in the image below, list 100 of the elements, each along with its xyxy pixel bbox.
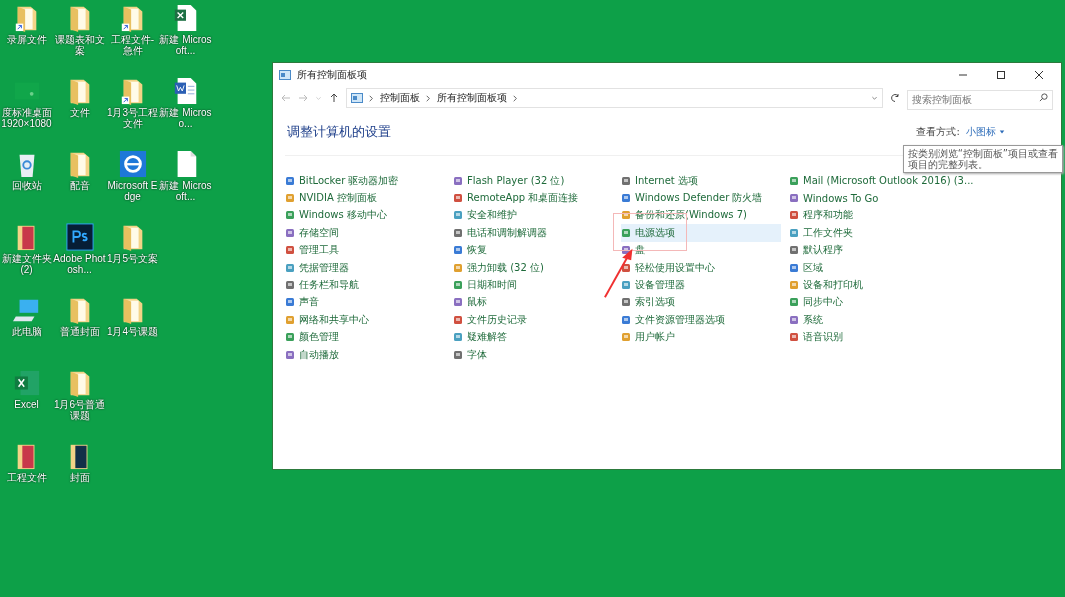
desktop-icon-label: Microsoft Edge — [106, 180, 159, 202]
control-panel-item[interactable]: 疑难解答 — [453, 328, 613, 346]
desktop-icon-label: 文件 — [68, 107, 91, 118]
chevron-icon — [512, 93, 519, 103]
control-panel-icon — [285, 262, 295, 273]
control-panel-item[interactable]: 轻松使用设置中心 — [621, 258, 781, 277]
forward-arrow-icon[interactable] — [298, 93, 308, 103]
control-panel-item[interactable]: 索引选项 — [621, 293, 781, 312]
control-panel-item[interactable]: 安全和维护 — [453, 206, 613, 225]
control-panel-icon — [453, 349, 463, 360]
control-panel-icon — [285, 193, 295, 204]
control-panel-icon — [789, 193, 799, 204]
desktop-icon-label: 工程文件 — [5, 472, 48, 483]
control-panel-icon — [453, 314, 463, 325]
control-panel-item[interactable]: 自动播放 — [285, 345, 445, 364]
desktop-icon-label: 录屏文件 — [5, 34, 48, 45]
search-field[interactable]: 搜索控制面板 — [907, 89, 1053, 110]
control-panel-icon — [789, 314, 799, 325]
control-panel-icon — [621, 297, 631, 308]
control-panel-item[interactable]: 程序和功能 — [789, 206, 1049, 225]
control-panel-item[interactable]: Windows To Go — [789, 189, 1049, 207]
control-panel-item[interactable]: Internet 选项 — [621, 172, 781, 190]
control-panel-item[interactable]: 盘 — [621, 241, 781, 259]
control-panel-icon — [285, 175, 295, 186]
control-panel-item[interactable]: BitLocker 驱动器加密 — [285, 172, 445, 190]
control-panel-icon — [621, 175, 631, 186]
search-icon[interactable] — [1039, 93, 1048, 102]
control-panel-item[interactable]: 日期和时间 — [453, 276, 613, 294]
control-panel-item[interactable]: 工作文件夹 — [789, 224, 1049, 242]
desktop-icon-label: 新建 Microsoft... — [159, 34, 212, 56]
desktop-icon-label: 封面 — [68, 472, 91, 483]
control-panel-icon — [285, 245, 295, 256]
control-panel-item[interactable]: 字体 — [453, 345, 613, 364]
control-panel-item[interactable]: 文件历史记录 — [453, 311, 613, 329]
control-panel-icon — [285, 314, 295, 325]
control-panel-item[interactable]: 电话和调制解调器 — [453, 224, 613, 242]
control-panel-icon — [453, 332, 463, 343]
spreadsheet-app-icon[interactable] — [12, 369, 41, 397]
breadcrumb-item[interactable]: 控制面板 — [380, 91, 420, 105]
close-icon[interactable] — [1034, 70, 1044, 80]
desktop-icon-label: 度标准桌面 1920×1080 — [0, 107, 53, 129]
control-panel-item[interactable]: 鼠标 — [453, 293, 613, 312]
control-panel-item[interactable]: 语音识别 — [789, 328, 1049, 346]
control-panel-item[interactable]: 任务栏和导航 — [285, 276, 445, 294]
control-panel-item[interactable]: 设备和打印机 — [789, 276, 1049, 294]
control-panel-item[interactable]: 电源选项 — [621, 224, 781, 242]
control-panel-item[interactable]: 恢复 — [453, 241, 613, 259]
control-panel-icon — [621, 280, 631, 291]
chevron-icon — [425, 93, 432, 103]
control-panel-item[interactable]: 强力卸载 (32 位) — [453, 258, 613, 277]
control-panel-item[interactable]: 凭据管理器 — [285, 258, 445, 277]
control-panel-item[interactable]: Windows Defender 防火墙 — [621, 189, 781, 207]
control-panel-item[interactable]: 颜色管理 — [285, 328, 445, 346]
control-panel-icon — [789, 332, 799, 343]
control-panel-item[interactable]: Flash Player (32 位) — [453, 172, 613, 190]
control-panel-icon — [453, 280, 463, 291]
control-panel-item[interactable]: 声音 — [285, 293, 445, 312]
control-panel-icon — [453, 297, 463, 308]
photo-editor-icon[interactable] — [65, 223, 94, 251]
maximize-icon[interactable] — [996, 70, 1006, 80]
control-panel-icon — [285, 297, 295, 308]
control-panel-item[interactable]: 存储空间 — [285, 224, 445, 242]
control-panel-icon — [789, 245, 799, 256]
control-panel-item[interactable]: Windows 移动中心 — [285, 206, 445, 225]
control-panel-item[interactable]: 设备管理器 — [621, 276, 781, 294]
desktop-icon-label: 工程文件-急件 — [109, 34, 156, 56]
desktop-icon-label: 课题表和文案 — [53, 34, 106, 56]
tooltip-text: 按类别浏览“控制面板”项目或查看 — [907, 148, 1058, 159]
browser-icon[interactable] — [118, 150, 147, 178]
control-panel-item[interactable]: 区域 — [789, 258, 1049, 277]
control-panel-icon — [621, 332, 631, 343]
control-panel-item[interactable]: 系统 — [789, 311, 1049, 329]
control-panel-icon — [351, 93, 363, 103]
control-panel-item[interactable]: RemoteApp 和桌面连接 — [453, 189, 613, 207]
control-panel-item[interactable]: NVIDIA 控制面板 — [285, 189, 445, 207]
address-bar[interactable]: 控制面板 所有控制面板项 — [346, 88, 883, 108]
control-panel-icon — [621, 314, 631, 325]
refresh-icon[interactable] — [890, 93, 900, 103]
control-panel-icon — [789, 297, 799, 308]
control-panel-icon — [453, 175, 463, 186]
desktop-icon-label: 新建 Microsoft... — [159, 180, 212, 202]
control-panel-item[interactable]: 用户帐户 — [621, 328, 781, 346]
breadcrumb-item[interactable]: 所有控制面板项 — [437, 91, 507, 105]
control-panel-icon — [285, 210, 295, 221]
control-panel-item[interactable]: 文件资源管理器选项 — [621, 311, 781, 329]
control-panel-icon — [789, 280, 799, 291]
control-panel-item[interactable]: 管理工具 — [285, 241, 445, 259]
control-panel-item[interactable]: Mail (Microsoft Outlook 2016) (3... — [789, 172, 1049, 190]
view-by-dropdown[interactable]: 小图标 — [965, 125, 1005, 139]
control-panel-icon — [453, 262, 463, 273]
back-arrow-icon[interactable] — [281, 93, 291, 103]
control-panel-icon — [621, 245, 631, 256]
control-panel-icon — [621, 193, 631, 204]
control-panel-item[interactable]: 默认程序 — [789, 241, 1049, 259]
control-panel-item[interactable]: 同步中心 — [789, 293, 1049, 312]
up-arrow-icon[interactable] — [329, 93, 339, 103]
control-panel-icon — [285, 280, 295, 291]
control-panel-icon — [789, 210, 799, 221]
view-by-label: 查看方式: — [916, 125, 960, 139]
control-panel-item[interactable]: 网络和共享中心 — [285, 311, 445, 329]
